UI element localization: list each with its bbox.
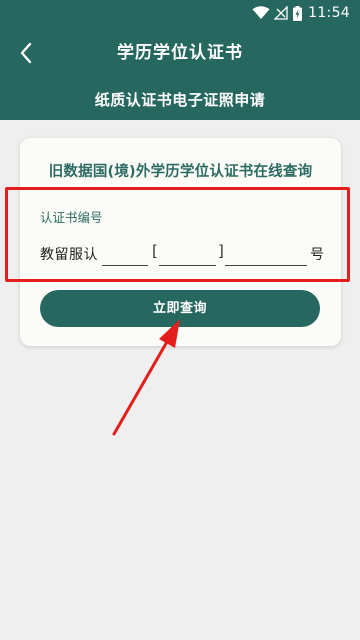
cert-serial-input[interactable] [225,244,307,266]
sub-header: 纸质认证书电子证照申请 [0,80,360,120]
cert-year-input[interactable] [102,244,148,266]
sub-header-title: 纸质认证书电子证照申请 [94,91,266,109]
cert-batch-input[interactable] [159,244,216,266]
status-bar: 11:54 [0,0,360,26]
query-now-button[interactable]: 立即查询 [40,290,320,327]
status-time: 11:54 [308,5,350,21]
status-icons: 11:54 [252,4,350,22]
wifi-icon [252,6,270,20]
query-card: 旧数据国(境)外学历学位认证书在线查询 认证书编号 教留服认 [ ] 号 立即查… [5,138,350,346]
page-title: 学历学位认证书 [117,43,243,63]
app-bar: 学历学位认证书 [0,26,360,80]
cert-prefix-text: 教留服认 [40,247,98,263]
cert-number-label: 认证书编号 [40,210,103,225]
bracket-open: [ [152,242,158,260]
bracket-close: ] [218,242,224,260]
signal-icon [274,6,288,20]
cert-number-row: 教留服认 [ ] 号 [40,242,330,268]
cert-suffix-text: 号 [310,247,324,263]
battery-charging-icon [293,5,303,21]
card-title: 旧数据国(境)外学历学位认证书在线查询 [48,164,313,180]
